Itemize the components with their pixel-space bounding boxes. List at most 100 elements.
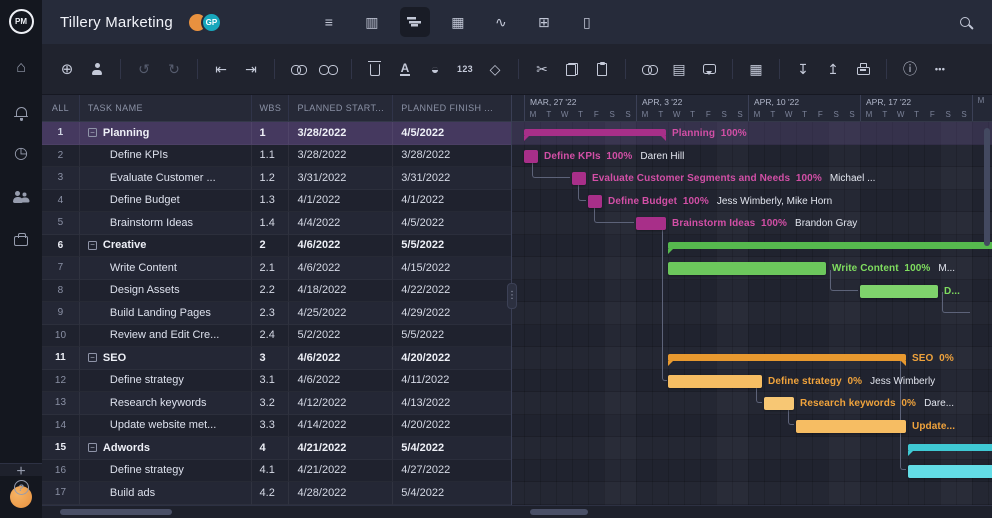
task-name-cell[interactable]: Define strategy bbox=[80, 460, 252, 483]
gantt-bar[interactable] bbox=[588, 195, 602, 208]
delete-button[interactable] bbox=[362, 57, 388, 82]
task-name-cell[interactable]: −Adwords bbox=[80, 437, 252, 460]
table-row[interactable]: 6−Creative24/6/20225/5/2022 bbox=[42, 235, 511, 258]
column-header-start[interactable]: PLANNED START... bbox=[289, 95, 393, 121]
sheet-view-tab[interactable]: ▦ bbox=[443, 7, 473, 37]
milestone-button[interactable]: ◇ bbox=[482, 57, 508, 82]
collapse-icon[interactable]: − bbox=[88, 353, 97, 362]
gantt-bar[interactable] bbox=[572, 172, 586, 185]
info-button[interactable]: ⓘ bbox=[897, 57, 923, 82]
task-name-cell[interactable]: −Planning bbox=[80, 122, 252, 145]
table-row[interactable]: 12Define strategy3.14/6/20224/11/2022 bbox=[42, 370, 511, 393]
table-row[interactable]: 4Define Budget1.34/1/20224/1/2022 bbox=[42, 190, 511, 213]
more-options-button[interactable]: ••• bbox=[927, 57, 953, 82]
column-header-finish[interactable]: PLANNED FINISH ... bbox=[393, 95, 511, 121]
home-button[interactable]: ⌂ bbox=[0, 46, 42, 89]
recent-button[interactable]: ◷ bbox=[0, 132, 42, 175]
gantt-bar[interactable] bbox=[908, 465, 992, 478]
table-row[interactable]: 11−SEO34/6/20224/20/2022 bbox=[42, 347, 511, 370]
table-row[interactable]: 14Update website met...3.34/14/20224/20/… bbox=[42, 415, 511, 438]
number-format-button[interactable]: 123 bbox=[452, 57, 478, 82]
task-name-cell[interactable]: Design Assets bbox=[80, 280, 252, 303]
gantt-bar[interactable] bbox=[908, 444, 992, 451]
notes-button[interactable]: ▤ bbox=[666, 57, 692, 82]
table-row[interactable]: 13Research keywords3.24/12/20224/13/2022 bbox=[42, 392, 511, 415]
redo-button[interactable]: ↻ bbox=[161, 57, 187, 82]
comment-button[interactable] bbox=[696, 57, 722, 82]
column-header-wbs[interactable]: WBS bbox=[252, 95, 290, 121]
vertical-scroll-thumb[interactable] bbox=[984, 128, 990, 246]
table-row[interactable]: 1−Planning13/28/20224/5/2022 bbox=[42, 122, 511, 145]
task-name-cell[interactable]: Build ads bbox=[80, 482, 252, 505]
link-tasks-button[interactable] bbox=[285, 57, 311, 82]
task-name-cell[interactable]: −SEO bbox=[80, 347, 252, 370]
task-name-cell[interactable]: Brainstorm Ideas bbox=[80, 212, 252, 235]
fill-color-button[interactable]: ◒ bbox=[422, 57, 448, 82]
copy-button[interactable] bbox=[559, 57, 585, 82]
gantt-bar[interactable] bbox=[668, 354, 906, 361]
gantt-bar[interactable] bbox=[668, 262, 826, 275]
task-name-cell[interactable]: Define strategy bbox=[80, 370, 252, 393]
indent-button[interactable]: ⇥ bbox=[238, 57, 264, 82]
table-row[interactable]: 17Build ads4.24/28/20225/4/2022 bbox=[42, 482, 511, 505]
add-assignee-button[interactable] bbox=[84, 57, 110, 82]
table-row[interactable]: 10Review and Edit Cre...2.45/2/20225/5/2… bbox=[42, 325, 511, 348]
print-button[interactable] bbox=[850, 57, 876, 82]
member-avatar[interactable]: GP bbox=[201, 12, 222, 33]
task-name-cell[interactable]: Build Landing Pages bbox=[80, 302, 252, 325]
gantt-bar[interactable] bbox=[636, 217, 666, 230]
calendar-view-tab[interactable]: ⊞ bbox=[529, 7, 559, 37]
cut-button[interactable]: ✂ bbox=[529, 57, 555, 82]
export-button[interactable]: ↥ bbox=[820, 57, 846, 82]
gantt-bar[interactable] bbox=[524, 129, 666, 136]
task-name-cell[interactable]: −Creative bbox=[80, 235, 252, 258]
table-row[interactable]: 7Write Content2.14/6/20224/15/2022 bbox=[42, 257, 511, 280]
help-button[interactable] bbox=[0, 480, 42, 495]
table-row[interactable]: 16Define strategy4.14/21/20224/27/2022 bbox=[42, 460, 511, 483]
import-button[interactable]: ↧ bbox=[790, 57, 816, 82]
gantt-bar[interactable] bbox=[860, 285, 938, 298]
collapse-icon[interactable]: − bbox=[88, 443, 97, 452]
gantt-vertical-scrollbar[interactable] bbox=[984, 124, 990, 502]
table-row[interactable]: 2Define KPIs1.13/28/20223/28/2022 bbox=[42, 145, 511, 168]
pm-logo[interactable]: PM bbox=[9, 9, 34, 34]
table-row[interactable]: 3Evaluate Customer ...1.23/31/20223/31/2… bbox=[42, 167, 511, 190]
table-row[interactable]: 15−Adwords44/21/20225/4/2022 bbox=[42, 437, 511, 460]
gantt-bar[interactable] bbox=[796, 420, 906, 433]
grid-scroll-thumb[interactable] bbox=[60, 509, 172, 515]
outdent-button[interactable]: ⇤ bbox=[208, 57, 234, 82]
text-format-button[interactable]: A bbox=[392, 57, 418, 82]
gantt-bar[interactable] bbox=[668, 375, 762, 388]
gantt-bar[interactable] bbox=[524, 150, 538, 163]
column-header-name[interactable]: TASK NAME bbox=[80, 95, 252, 121]
notifications-button[interactable] bbox=[0, 89, 42, 132]
task-name-cell[interactable]: Define KPIs bbox=[80, 145, 252, 168]
pane-splitter[interactable] bbox=[507, 283, 517, 309]
collapse-icon[interactable]: − bbox=[88, 128, 97, 137]
projects-button[interactable] bbox=[0, 218, 42, 261]
task-name-cell[interactable]: Define Budget bbox=[80, 190, 252, 213]
list-view-tab[interactable]: ≡ bbox=[314, 7, 344, 37]
task-name-cell[interactable]: Research keywords bbox=[80, 392, 252, 415]
unlink-tasks-button[interactable] bbox=[315, 57, 341, 82]
docs-view-tab[interactable]: ▯ bbox=[572, 7, 602, 37]
collapse-icon[interactable]: − bbox=[88, 241, 97, 250]
add-button[interactable]: + bbox=[0, 464, 42, 480]
search-button[interactable] bbox=[952, 9, 978, 35]
chart-view-tab[interactable]: ∿ bbox=[486, 7, 516, 37]
column-header-num[interactable]: ALL bbox=[42, 95, 80, 121]
task-name-cell[interactable]: Review and Edit Cre... bbox=[80, 325, 252, 348]
team-button[interactable] bbox=[0, 175, 42, 218]
paste-button[interactable] bbox=[589, 57, 615, 82]
columns-button[interactable]: ▦ bbox=[743, 57, 769, 82]
gantt-view-tab[interactable] bbox=[400, 7, 430, 37]
gantt-bar[interactable] bbox=[764, 397, 794, 410]
add-task-button[interactable]: ⊕ bbox=[54, 57, 80, 82]
task-name-cell[interactable]: Evaluate Customer ... bbox=[80, 167, 252, 190]
table-row[interactable]: 8Design Assets2.24/18/20224/22/2022 bbox=[42, 280, 511, 303]
task-name-cell[interactable]: Write Content bbox=[80, 257, 252, 280]
table-row[interactable]: 5Brainstorm Ideas1.44/4/20224/5/2022 bbox=[42, 212, 511, 235]
attach-link-button[interactable] bbox=[636, 57, 662, 82]
board-view-tab[interactable]: ▥ bbox=[357, 7, 387, 37]
gantt-bar[interactable] bbox=[668, 242, 992, 249]
